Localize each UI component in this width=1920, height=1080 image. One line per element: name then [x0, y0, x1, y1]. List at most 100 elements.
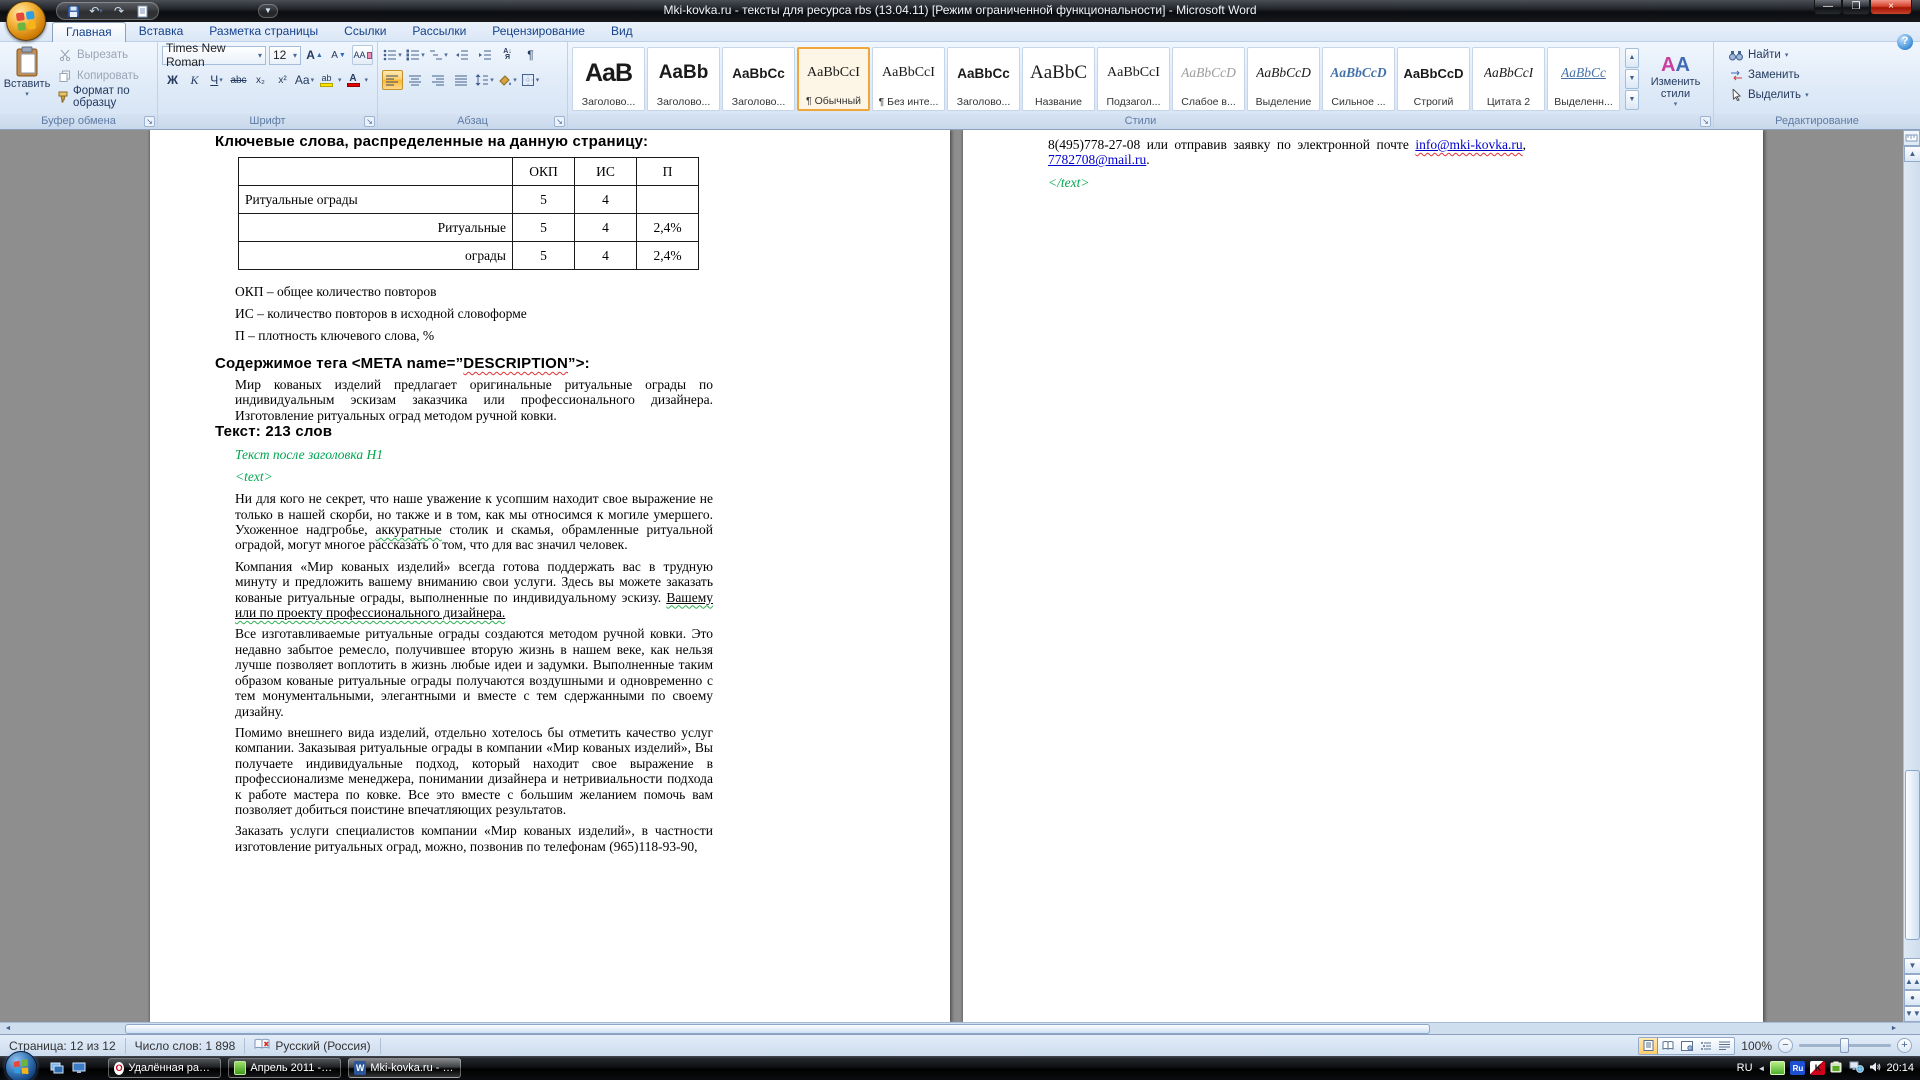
scroll-left-arrow[interactable]: ◄	[0, 1024, 16, 1034]
start-button[interactable]	[5, 1051, 37, 1080]
styles-dialog-launcher[interactable]: ↘	[1700, 116, 1711, 127]
zoom-out-button[interactable]: −	[1778, 1038, 1793, 1053]
clear-formatting-button[interactable]: АА	[352, 45, 373, 65]
subscript-button[interactable]: x₂	[250, 70, 271, 90]
horizontal-scrollbar[interactable]: ◄ ►	[0, 1022, 1920, 1034]
tab-insert[interactable]: Вставка	[126, 22, 197, 42]
style-item[interactable]: AaBbCНазвание	[1022, 47, 1095, 111]
taskbar-button-opera[interactable]: O Удалённая работа |...	[108, 1058, 221, 1078]
tray-expand-icon[interactable]: ◄	[1758, 1064, 1766, 1073]
font-family-select[interactable]: Times New Roman▾	[162, 46, 266, 65]
superscript-button[interactable]: x²	[272, 70, 293, 90]
outline-view-button[interactable]	[1696, 1038, 1715, 1054]
style-item[interactable]: AaBЗаголово...	[572, 47, 645, 111]
scroll-up-arrow[interactable]: ▲	[1904, 146, 1920, 162]
web-layout-view-button[interactable]	[1677, 1038, 1696, 1054]
style-item[interactable]: AaBbCcDВыделение	[1247, 47, 1320, 111]
tray-clock[interactable]: 20:14	[1886, 1062, 1914, 1074]
align-right-button[interactable]	[428, 70, 449, 90]
help-icon[interactable]: ?	[1897, 34, 1913, 50]
tab-references[interactable]: Ссылки	[331, 22, 399, 42]
numbering-button[interactable]: ▾	[405, 45, 426, 65]
email-link-2[interactable]: 7782708@mail.ru	[1048, 152, 1146, 167]
zoom-slider-thumb[interactable]	[1840, 1038, 1849, 1053]
highlight-button[interactable]: ab	[316, 70, 337, 90]
keyboard-layout-indicator[interactable]: RU	[1737, 1062, 1753, 1074]
clipboard-dialog-launcher[interactable]: ↘	[144, 116, 155, 127]
network-icon[interactable]	[1849, 1061, 1864, 1076]
underline-button[interactable]: Ч▾	[206, 70, 227, 90]
zoom-level[interactable]: 100%	[1741, 1039, 1772, 1053]
kaspersky-icon[interactable]: K	[1810, 1061, 1825, 1075]
bold-button[interactable]: Ж	[162, 70, 183, 90]
taskbar-button-april[interactable]: Апрель 2011 - imun...	[228, 1058, 341, 1078]
vertical-scrollbar[interactable]: ▲ ▼ ▲▲ ● ▼▼	[1903, 130, 1920, 1022]
next-page-button[interactable]: ▼▼	[1904, 1006, 1920, 1022]
print-layout-view-button[interactable]	[1639, 1038, 1658, 1054]
tab-view[interactable]: Вид	[598, 22, 646, 42]
font-size-select[interactable]: 12▾	[269, 46, 301, 65]
format-painter-button[interactable]: Формат по образцу	[54, 87, 153, 106]
font-color-button[interactable]: А	[343, 70, 364, 90]
select-button[interactable]: Выделить▾	[1724, 85, 1916, 105]
restore-button[interactable]: ❒	[1842, 0, 1870, 15]
align-left-button[interactable]	[382, 70, 403, 90]
change-styles-button[interactable]: АA Изменить стили ▾	[1642, 50, 1709, 108]
style-item[interactable]: AaBbCcIПодзагол...	[1097, 47, 1170, 111]
multilevel-list-button[interactable]: ▾	[428, 45, 449, 65]
style-item[interactable]: AaBbCcI¶ Без инте...	[872, 47, 945, 111]
decrease-indent-button[interactable]	[451, 45, 472, 65]
grow-font-button[interactable]: А▲	[304, 45, 325, 65]
replace-button[interactable]: Заменить	[1724, 65, 1916, 85]
style-item[interactable]: AaBbCcЗаголово...	[722, 47, 795, 111]
tab-review[interactable]: Рецензирование	[479, 22, 598, 42]
close-button[interactable]: ×	[1870, 0, 1912, 15]
copy-button[interactable]: Копировать	[54, 66, 153, 85]
style-item[interactable]: AaBbCcIЦитата 2	[1472, 47, 1545, 111]
style-item[interactable]: AaBbCcЗаголово...	[947, 47, 1020, 111]
bullets-button[interactable]: ▾	[382, 45, 403, 65]
font-dialog-launcher[interactable]: ↘	[364, 116, 375, 127]
qip-tray-icon[interactable]	[1770, 1061, 1785, 1075]
tab-page-layout[interactable]: Разметка страницы	[196, 22, 331, 42]
justify-button[interactable]	[451, 70, 472, 90]
draft-view-button[interactable]	[1715, 1038, 1734, 1054]
scroll-right-arrow[interactable]: ►	[1886, 1024, 1902, 1034]
font-color-dropdown[interactable]: ▾	[365, 76, 369, 84]
tab-mailings[interactable]: Рассылки	[399, 22, 479, 42]
style-item[interactable]: AaBbCcDСтрогий	[1397, 47, 1470, 111]
find-button[interactable]: Найти▾	[1724, 45, 1916, 65]
scroll-down-arrow[interactable]: ▼	[1904, 958, 1920, 974]
change-case-button[interactable]: Aa▾	[294, 70, 315, 90]
zoom-in-button[interactable]: +	[1897, 1038, 1912, 1053]
vertical-scroll-thumb[interactable]	[1905, 770, 1920, 940]
minimize-button[interactable]: —	[1814, 0, 1842, 15]
borders-button[interactable]: ▾	[520, 70, 541, 90]
select-browse-object-button[interactable]: ●	[1904, 990, 1920, 1006]
style-item-selected[interactable]: AaBbCcI¶ Обычный	[797, 47, 870, 111]
style-item[interactable]: AaBbCcВыделенн...	[1547, 47, 1620, 111]
increase-indent-button[interactable]	[474, 45, 495, 65]
ruler-toggle-button[interactable]	[1903, 130, 1920, 146]
proofing-status[interactable]: Русский (Россия)	[245, 1038, 380, 1054]
strikethrough-button[interactable]: abc	[228, 70, 249, 90]
document-page-11[interactable]: Ключевые слова, распределенные на данную…	[150, 130, 950, 1022]
quick-launch-switch-windows-icon[interactable]	[48, 1060, 66, 1076]
paragraph-dialog-launcher[interactable]: ↘	[554, 116, 565, 127]
zoom-slider[interactable]	[1799, 1044, 1891, 1047]
word-count-indicator[interactable]: Число слов: 1 898	[126, 1038, 246, 1054]
paste-dropdown[interactable]: ▾	[25, 90, 29, 98]
italic-button[interactable]: К	[184, 70, 205, 90]
office-button[interactable]	[6, 1, 46, 41]
highlight-dropdown[interactable]: ▾	[338, 76, 342, 84]
fullscreen-reading-view-button[interactable]	[1658, 1038, 1677, 1054]
horizontal-scroll-thumb[interactable]	[125, 1024, 1430, 1034]
previous-page-button[interactable]: ▲▲	[1904, 974, 1920, 990]
shading-button[interactable]: ▾	[497, 70, 518, 90]
tab-home[interactable]: Главная	[52, 22, 126, 42]
style-item[interactable]: AaBbЗаголово...	[647, 47, 720, 111]
punto-switcher-icon[interactable]: Ru	[1790, 1061, 1805, 1075]
email-link-1[interactable]: info@mki-kovka.ru	[1415, 137, 1522, 152]
document-page-12[interactable]: 8(495)778-27-08 или отправив заявку по э…	[963, 130, 1763, 1022]
cut-button[interactable]: Вырезать	[54, 45, 153, 64]
